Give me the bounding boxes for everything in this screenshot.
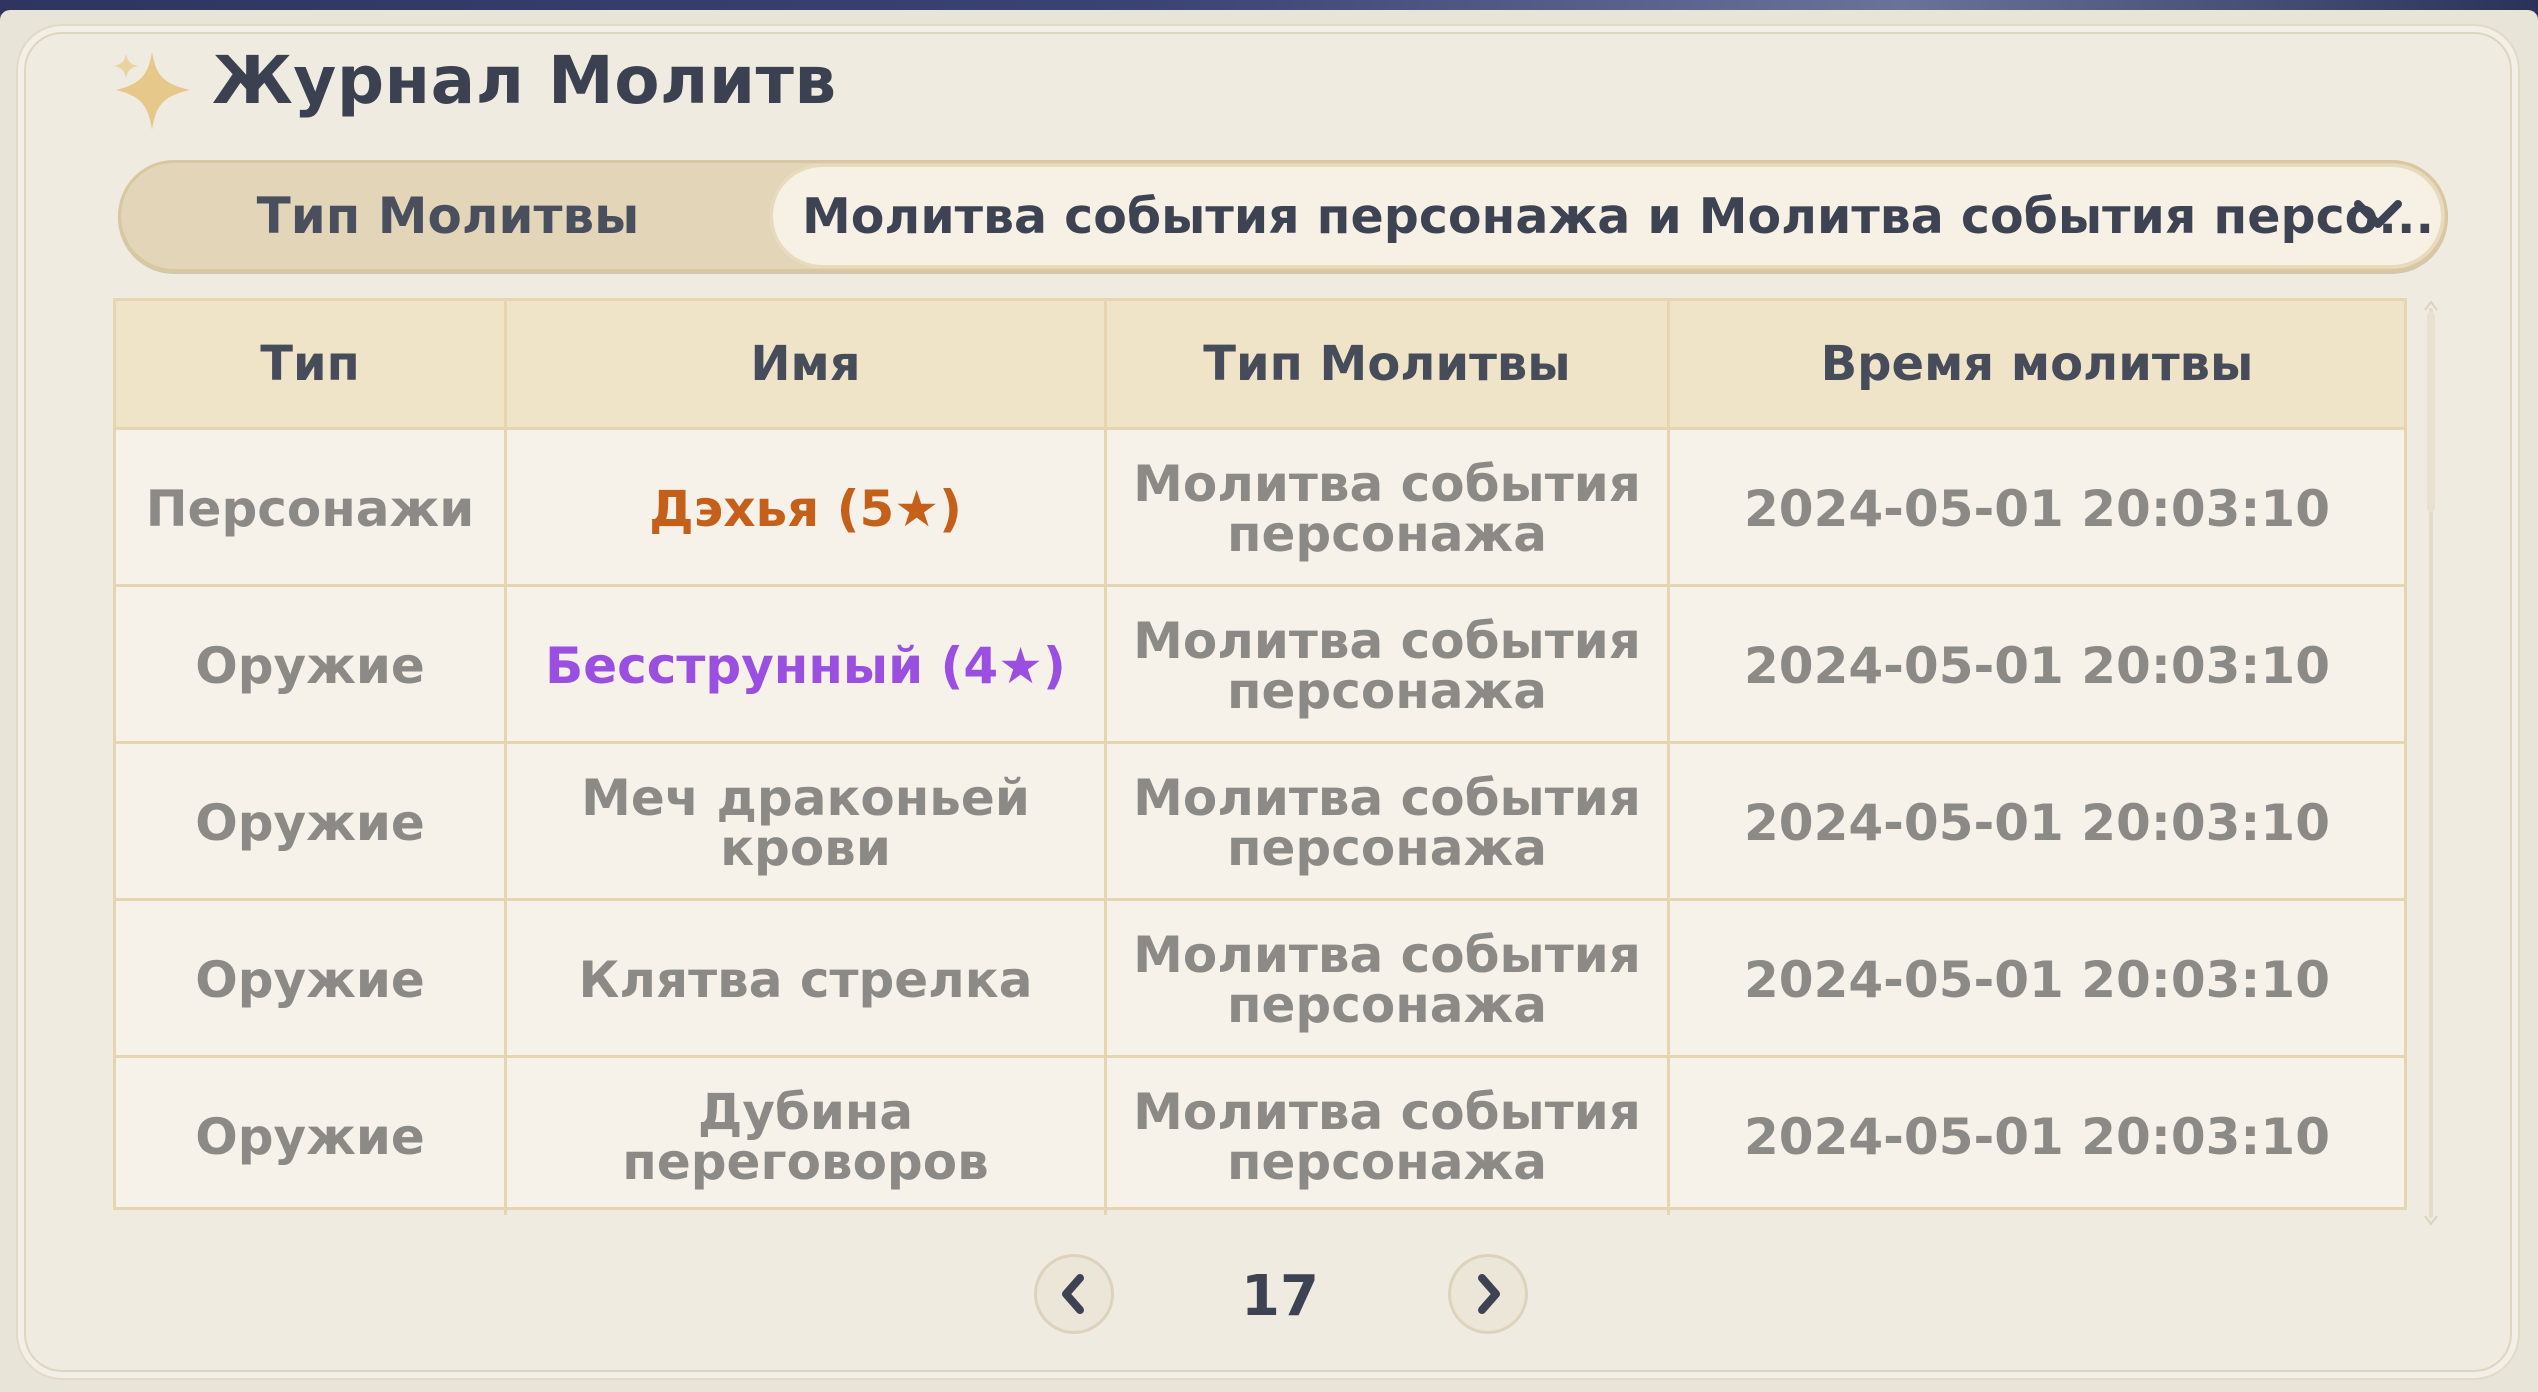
chevron-down-icon [2354, 200, 2402, 228]
cell-type: Оружие [116, 744, 507, 901]
cell-wish-type: Молитва события персонажа [1107, 587, 1670, 744]
cell-item-name: Дэхья (5★) [507, 430, 1107, 587]
cell-wish-time: 2024-05-01 20:03:10 [1744, 793, 2330, 852]
wish-type-filter: Тип Молитвы Молитва события персонажа и … [118, 160, 2448, 272]
chevron-right-icon [1478, 1274, 1500, 1314]
sparkle-icon [114, 52, 190, 130]
table-row: Персонажи Дэхья (5★) Молитва события пер… [116, 427, 2404, 587]
cell-type: Персонажи [116, 430, 507, 587]
dropdown-selected-value: Молитва события персонажа и Молитва собы… [802, 187, 2435, 245]
table-row: Оружие Бесструнный (4★) Молитва события … [116, 584, 2404, 744]
header-wish-type: Тип Молитвы [1107, 301, 1670, 427]
cell-wish-type: Молитва события персонажа [1107, 901, 1670, 1058]
cell-item-name: Клятва стрелка [507, 901, 1107, 1058]
cell-wish-type: Молитва события персонажа [1107, 744, 1670, 901]
cell-type: Оружие [116, 901, 507, 1058]
page-number: 17 [1241, 1264, 1319, 1329]
header-wish-time: Время молитвы [1820, 336, 2254, 392]
cell-item-name: Бесструнный (4★) [507, 587, 1107, 744]
previous-page-button[interactable] [1034, 1254, 1114, 1334]
cell-wish-time: 2024-05-01 20:03:10 [1744, 479, 2330, 538]
cell-wish-type: Молитва события персонажа [1107, 1058, 1670, 1215]
header-type: Тип [116, 301, 507, 427]
wish-type-dropdown[interactable]: Молитва события персонажа и Молитва собы… [770, 164, 2444, 268]
cell-wish-time: 2024-05-01 20:03:10 [1744, 1107, 2330, 1166]
filter-label: Тип Молитвы [256, 187, 640, 245]
wish-history-table: Тип Имя Тип Молитвы Время молитвы Персон… [113, 298, 2407, 1215]
page-title: Журнал Молитв [212, 42, 837, 119]
cell-wish-time: 2024-05-01 20:03:10 [1744, 636, 2330, 695]
cell-wish-type: Молитва события персонажа [1107, 430, 1670, 587]
table-header: Тип Имя Тип Молитвы Время молитвы [116, 301, 2404, 427]
cell-wish-time: 2024-05-01 20:03:10 [1744, 950, 2330, 1009]
cell-type: Оружие [116, 1058, 507, 1215]
cell-item-name: Меч драконьей крови [507, 744, 1107, 901]
next-page-button[interactable] [1448, 1254, 1528, 1334]
table-row: Оружие Клятва стрелка Молитва события пе… [116, 898, 2404, 1058]
chevron-left-icon [1062, 1274, 1084, 1314]
table-row: Оружие Меч драконьей крови Молитва событ… [116, 741, 2404, 901]
cell-item-name: Дубина переговоров [507, 1058, 1107, 1215]
cell-type: Оружие [116, 587, 507, 744]
header-name: Имя [507, 301, 1107, 427]
table-row: Оружие Дубина переговоров Молитва событи… [116, 1055, 2404, 1215]
table-scrollbar[interactable] [2421, 298, 2441, 1228]
